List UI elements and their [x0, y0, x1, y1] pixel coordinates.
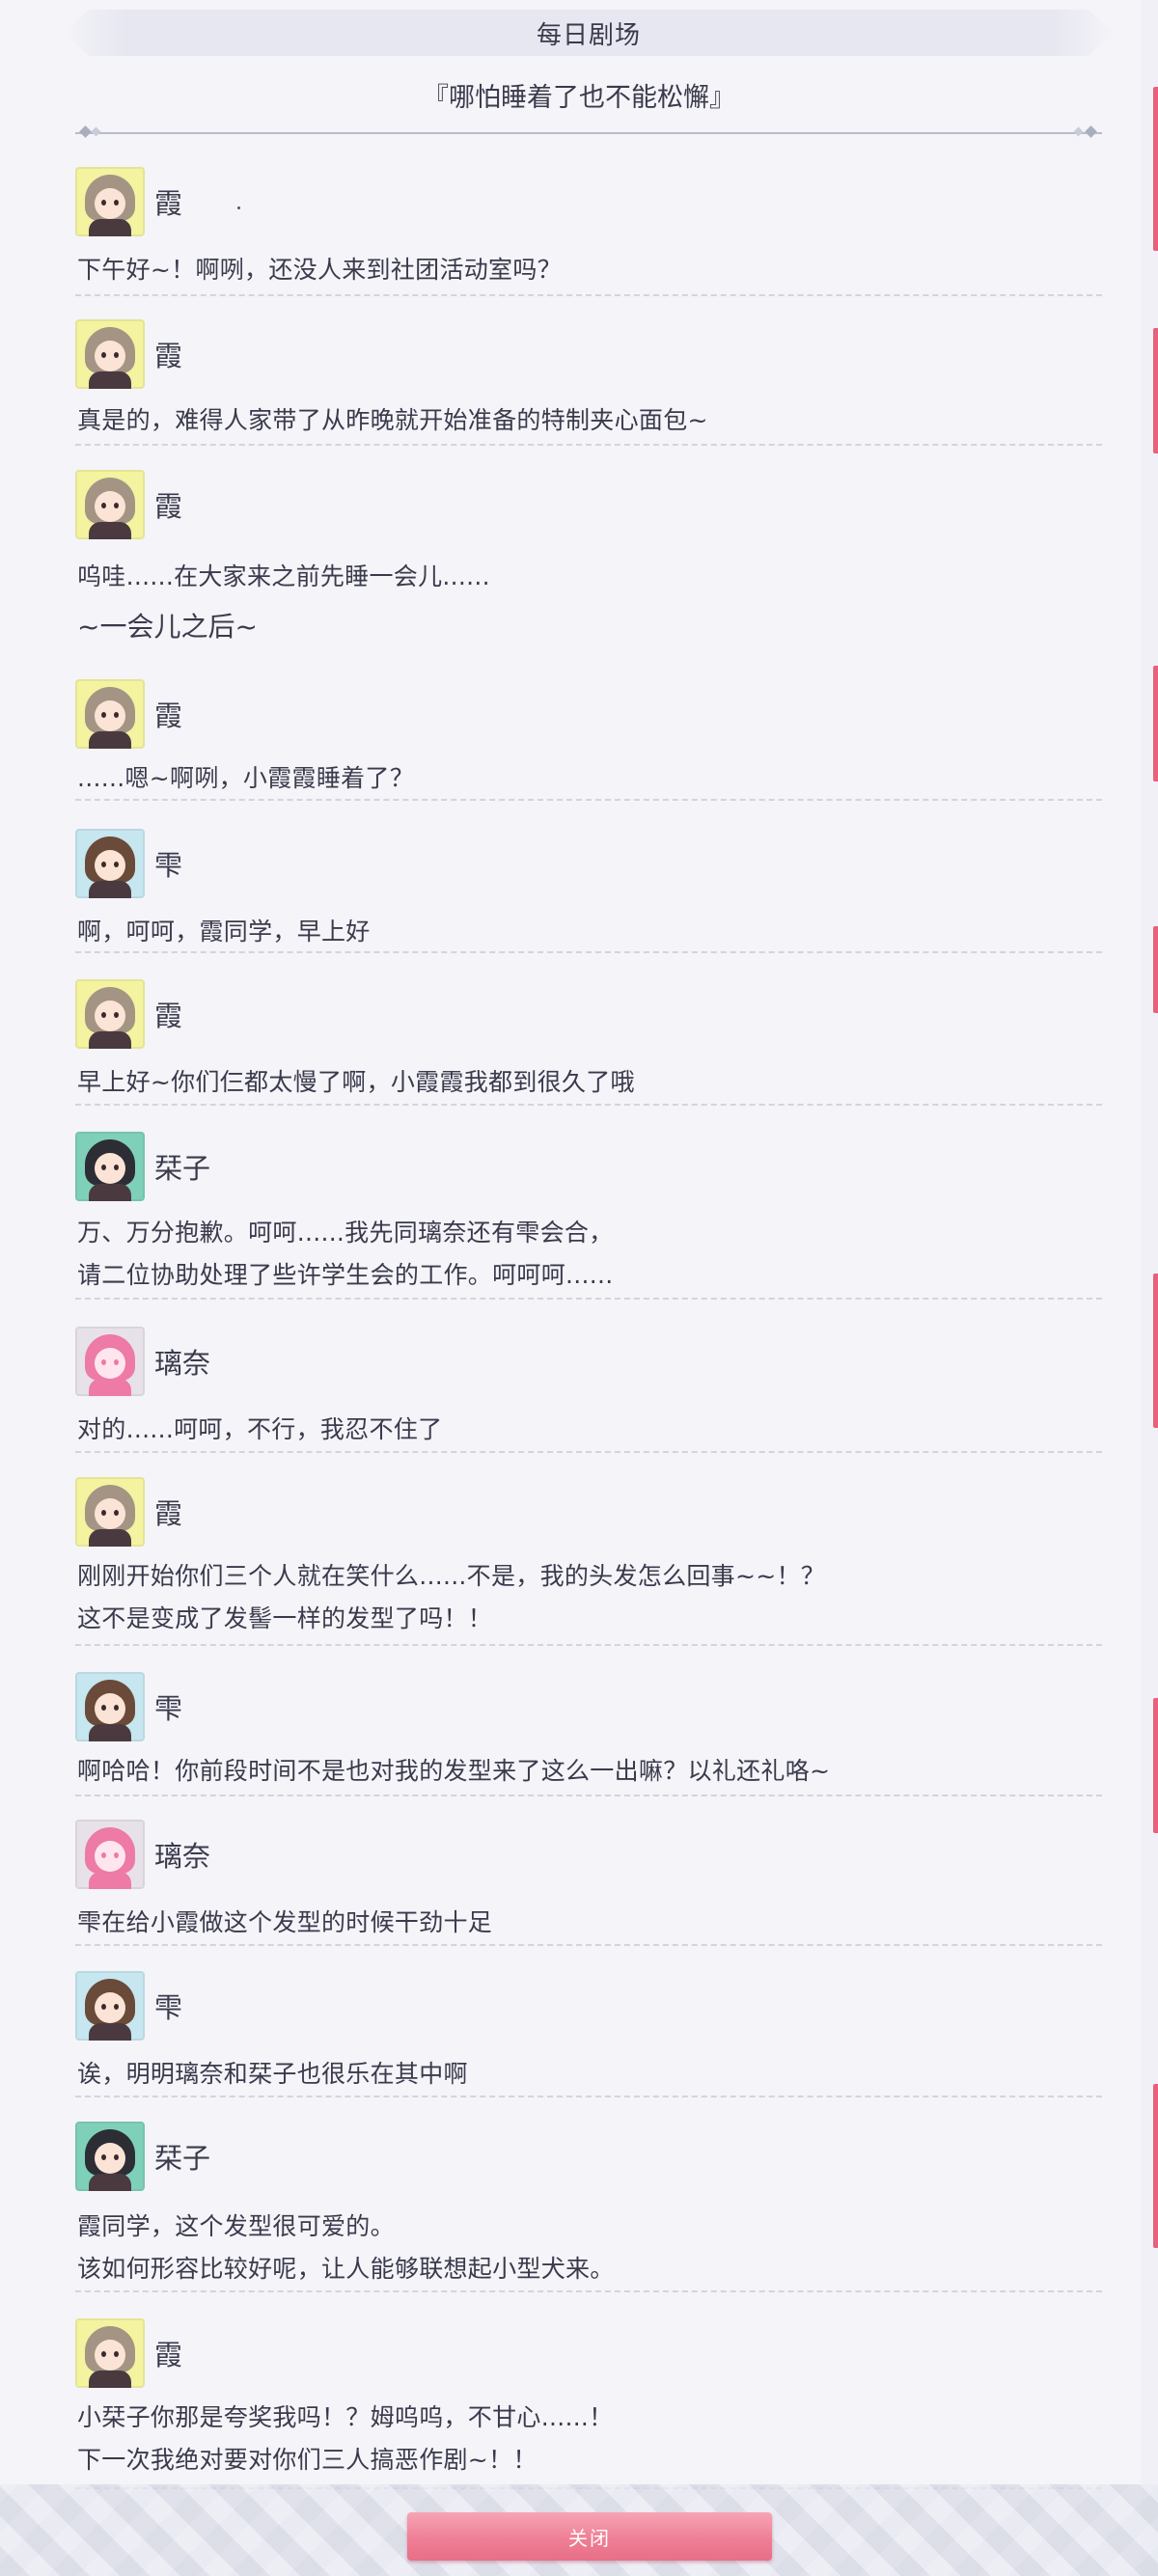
dialogue-entry: 雫 啊哈哈！你前段时间不是也对我的发型来了这么一出嘛？以礼还礼咯~ [75, 1671, 1102, 1796]
dialogue-entry: 雫 啊，呵呵，霞同学，早上好 [75, 828, 1102, 953]
title-divider [75, 132, 1102, 134]
dialogue-line: 下一次我绝对要对你们三人搞恶作剧~！！ [77, 2446, 538, 2474]
speaker-name: 霞 [154, 490, 183, 523]
dialogue-entry: 霞 小栞子你那是夸奖我吗！？姆呜呜，不甘心......！ 下一次我绝对要对你们三… [75, 2317, 1102, 2489]
dialogue-line: 呜哇......在大家来之前先睡一会儿...... [77, 562, 490, 590]
dialogue-line: 诶，明明璃奈和栞子也很乐在其中啊 [77, 2060, 468, 2088]
dialogue-entry: 雫 诶，明明璃奈和栞子也很乐在其中啊 [75, 1970, 1102, 2097]
speaker: 雫 [75, 1970, 182, 2042]
edge-marker [1153, 1274, 1158, 1428]
speaker-name: 璃奈 [154, 1347, 211, 1380]
dialogue-entry: 栞子 霞同学，这个发型很可爱的。 该如何形容比较好呢，让人能够联想起小型犬来。 [75, 2121, 1102, 2292]
speaker-name: 栞子 [154, 1152, 211, 1185]
edge-marker [1153, 926, 1158, 1013]
rina-avatar-icon [75, 1820, 145, 1889]
speaker: 霞 [75, 2317, 182, 2389]
speaker: 霞 [75, 678, 182, 750]
divider-diamond-icon [1073, 126, 1084, 137]
shioriko-avatar-icon [75, 2122, 145, 2191]
dialogue-entry: 璃奈 雫在给小霞做这个发型的时候干劲十足 [75, 1819, 1102, 1946]
dialogue-entry: 霞 ......嗯~啊咧，小霞霞睡着了？ [75, 678, 1102, 801]
close-button-label: 关闭 [568, 2526, 611, 2550]
speaker: 雫 [75, 1671, 182, 1742]
shizuku-avatar-icon [75, 1971, 145, 2041]
dialogue-entry: 霞 早上好~你们仨都太慢了啊，小霞霞我都到很久了哦 [75, 978, 1102, 1106]
shizuku-avatar-icon [75, 1672, 145, 1741]
dialogue-line: 该如何形容比较好呢，让人能够联想起小型犬来。 [77, 2255, 615, 2283]
dialogue-line: 下午好~！啊咧，还没人来到社团活动室吗？ [77, 256, 562, 284]
kasumi-avatar-icon [75, 2318, 145, 2388]
speaker: 霞 [75, 469, 182, 540]
kasumi-avatar-icon [75, 979, 145, 1049]
speaker: 璃奈 [75, 1819, 210, 1890]
speaker: 雫 [75, 828, 182, 899]
dialogue-line: 小栞子你那是夸奖我吗！？姆呜呜，不甘心......！ [77, 2403, 614, 2431]
speaker: 栞子 [75, 2121, 210, 2192]
edge-marker [1153, 328, 1158, 453]
speaker: 霞 [75, 1476, 182, 1548]
speaker: 栞子 [75, 1131, 210, 1202]
dialogue-entry: 霞 呜哇......在大家来之前先睡一会儿...... [75, 469, 1102, 592]
speaker: 霞 [75, 166, 182, 237]
dialogue-line: 请二位协助处理了些许学生会的工作。呵呵呵...... [77, 1261, 614, 1289]
dialogue-entry: 霞 下午好~！啊咧，还没人来到社团活动室吗？ [75, 166, 1102, 296]
right-edge-strip [1141, 0, 1158, 2576]
speaker-name: 雫 [154, 849, 183, 882]
edge-marker [1153, 1698, 1158, 1833]
dialogue-line: 真是的，难得人家带了从昨晚就开始准备的特制夹心面包~ [77, 406, 708, 434]
episode-subtitle: 『哪怕睡着了也不能松懈』 [423, 83, 735, 113]
speaker-name: 霞 [154, 1497, 183, 1530]
scene-transition-note: ~一会儿之后~ [77, 611, 258, 643]
title-bar: 每日剧场 [63, 10, 1115, 56]
speaker-name: 霞 [154, 2339, 183, 2371]
speaker: 霞 [75, 978, 182, 1050]
dialogue-entry: 霞 刚刚开始你们三个人就在笑什么......不是，我的头发怎么回事~~！？ 这不… [75, 1476, 1102, 1646]
speaker-name: 霞 [154, 1000, 183, 1032]
dialogue-line: 刚刚开始你们三个人就在笑什么......不是，我的头发怎么回事~~！？ [77, 1562, 826, 1590]
shizuku-avatar-icon [75, 829, 145, 898]
kasumi-avatar-icon [75, 470, 145, 539]
kasumi-avatar-icon [75, 1477, 145, 1547]
divider-diamond-icon [79, 125, 92, 138]
speaker-name: 霞 [154, 340, 183, 372]
close-button[interactable]: 关闭 [407, 2512, 772, 2561]
dialogue-line: ......嗯~啊咧，小霞霞睡着了？ [77, 764, 415, 792]
dialogue-line: 雫在给小霞做这个发型的时候干劲十足 [77, 1908, 493, 1936]
dialogue-entry: 栞子 万、万分抱歉。呵呵......我先同璃奈还有雫会合， 请二位协助处理了些许… [75, 1131, 1102, 1300]
speaker: 霞 [75, 318, 182, 390]
divider-diamond-icon [1085, 125, 1097, 138]
speaker: 璃奈 [75, 1326, 210, 1397]
dialogue-line: 早上好~你们仨都太慢了啊，小霞霞我都到很久了哦 [77, 1068, 635, 1096]
speaker-name: 璃奈 [154, 1840, 211, 1873]
edge-marker [1153, 2084, 1158, 2248]
kasumi-avatar-icon [75, 679, 145, 749]
speaker-name: 雫 [154, 1991, 183, 2024]
dialogue-line: 万、万分抱歉。呵呵......我先同璃奈还有雫会合， [77, 1219, 614, 1247]
dialogue-entry: 霞 真是的，难得人家带了从昨晚就开始准备的特制夹心面包~ [75, 318, 1102, 446]
dialogue-line: 霞同学，这个发型很可爱的。 [77, 2212, 395, 2240]
dialogue-entry: 璃奈 对的......呵呵，不行，我忍不住了 [75, 1326, 1102, 1453]
rina-avatar-icon [75, 1327, 145, 1396]
speaker-name: 霞 [154, 187, 183, 220]
edge-marker [1153, 666, 1158, 781]
dialogue-line: 对的......呵呵，不行，我忍不住了 [77, 1415, 443, 1443]
dialogue-line: 啊，呵呵，霞同学，早上好 [77, 918, 371, 945]
dialogue-line: 啊哈哈！你前段时间不是也对我的发型来了这么一出嘛？以礼还礼咯~ [77, 1757, 831, 1785]
shioriko-avatar-icon [75, 1132, 145, 1201]
daily-theater-page: 每日剧场 『哪怕睡着了也不能松懈』 霞 下午好~！啊咧，还没人来到社团活动室吗？… [0, 0, 1158, 2576]
speaker-name: 栞子 [154, 2142, 211, 2175]
divider-diamond-icon [91, 126, 101, 137]
speaker-name: 雫 [154, 1692, 183, 1725]
kasumi-avatar-icon [75, 167, 145, 236]
dialogue-line: 这不是变成了发髻一样的发型了吗！！ [77, 1604, 493, 1632]
page-title: 每日剧场 [536, 20, 641, 50]
speaker-name: 霞 [154, 699, 183, 732]
kasumi-avatar-icon [75, 319, 145, 389]
